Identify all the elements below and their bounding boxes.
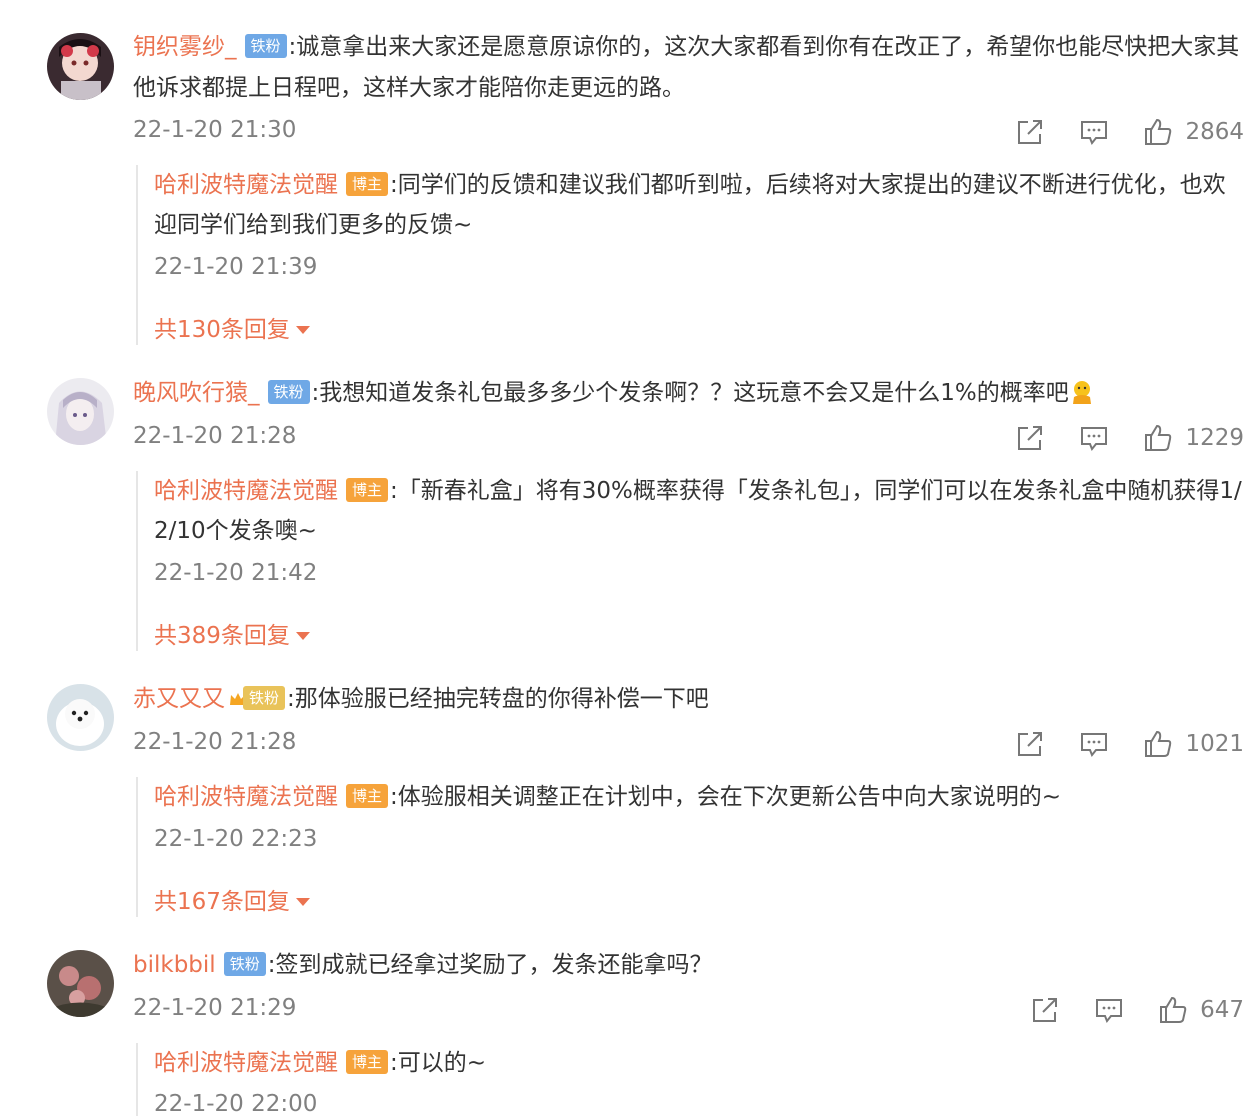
reply-username[interactable]: 哈利波特魔法觉醒: [154, 1050, 338, 1076]
like-icon[interactable]: [1143, 117, 1173, 147]
comment-body: :诚意拿出来大家还是愿意原谅你的，这次大家都看到你有在改正了，希望你也能尽快把大…: [133, 34, 1240, 101]
share-icon[interactable]: [1015, 117, 1045, 147]
comment-icon[interactable]: [1079, 423, 1109, 453]
more-replies-link[interactable]: 共389条回复: [154, 616, 310, 650]
reply-text: 哈利波特魔法觉醒 博主:「新春礼盒」将有30%概率获得「发条礼包」，同学们可以在发…: [154, 471, 1246, 551]
comment-username[interactable]: 晚风吹行猿_: [133, 380, 260, 406]
comment-username[interactable]: 钥织雾纱_: [133, 34, 237, 60]
reply-text: 哈利波特魔法觉醒 博主:体验服相关调整正在计划中，会在下次更新公告中向大家说明的~: [154, 777, 1246, 817]
reply-box: 哈利波特魔法觉醒 博主:体验服相关调整正在计划中，会在下次更新公告中向大家说明的~…: [136, 777, 1252, 917]
comment-text: 晚风吹行猿_ 铁粉:我想知道发条礼包最多多少个发条啊？？这玩意不会又是什么1%的概…: [133, 373, 1248, 414]
comment-text: 赤又又又 铁粉:那体验服已经抽完转盘的你得补偿一下吧: [133, 679, 1248, 720]
comment-icon[interactable]: [1079, 729, 1109, 759]
fan-badge: 铁粉: [244, 34, 287, 58]
reply-time: 22-1-20 22:23: [154, 826, 318, 852]
blogger-badge: 博主: [346, 784, 389, 808]
comment-actions: 647: [996, 990, 1244, 1030]
caret-down-icon: [295, 326, 310, 334]
comment-time: 22-1-20 21:30: [133, 117, 297, 143]
reply-text: 哈利波特魔法觉醒 博主:同学们的反馈和建议我们都听到啦，后续将对大家提出的建议不断…: [154, 165, 1246, 245]
reply-time: 22-1-20 21:39: [154, 254, 318, 280]
like-count: 1021: [1185, 731, 1244, 757]
like-icon[interactable]: [1143, 729, 1173, 759]
more-replies-link[interactable]: 共130条回复: [154, 310, 310, 344]
reply-body: :体验服相关调整正在计划中，会在下次更新公告中向大家说明的~: [390, 784, 1062, 810]
share-icon[interactable]: [1015, 729, 1045, 759]
emoji-icon: [1072, 381, 1091, 404]
reply-username[interactable]: 哈利波特魔法觉醒: [154, 784, 338, 810]
fan-badge: 铁粉: [267, 380, 310, 404]
comment-text: 钥织雾纱_ 铁粉:诚意拿出来大家还是愿意原谅你的，这次大家都看到你有在改正了，希望…: [133, 27, 1248, 109]
reply-username[interactable]: 哈利波特魔法觉醒: [154, 478, 338, 504]
caret-down-icon: [295, 632, 310, 640]
comment-body: :我想知道发条礼包最多多少个发条啊？？这玩意不会又是什么1%的概率吧: [311, 380, 1069, 406]
reply-box: 哈利波特魔法觉醒 博主:同学们的反馈和建议我们都听到啦，后续将对大家提出的建议不断…: [136, 165, 1252, 345]
like-icon[interactable]: [1143, 423, 1173, 453]
blogger-badge: 博主: [346, 1050, 389, 1074]
avatar[interactable]: [47, 378, 114, 445]
reply-time: 22-1-20 22:00: [154, 1091, 318, 1117]
blogger-badge: 博主: [346, 172, 389, 196]
comment-time: 22-1-20 21:29: [133, 995, 297, 1021]
more-replies-label[interactable]: 共389条回复: [154, 623, 290, 649]
reply-time: 22-1-20 21:42: [154, 560, 318, 586]
more-replies-link[interactable]: 共167条回复: [154, 882, 310, 916]
like-count: 1229: [1185, 425, 1244, 451]
caret-down-icon: [295, 898, 310, 906]
reply-body: :可以的~: [390, 1050, 487, 1076]
comment-username[interactable]: 赤又又又: [133, 686, 225, 712]
fan-badge: 铁粉: [243, 686, 286, 710]
more-replies-label[interactable]: 共167条回复: [154, 889, 290, 915]
comment-body: :那体验服已经抽完转盘的你得补偿一下吧: [287, 686, 709, 712]
reply-box: 哈利波特魔法觉醒 博主:可以的~ 22-1-20 22:00: [136, 1043, 1252, 1117]
reply-text: 哈利波特魔法觉醒 博主:可以的~: [154, 1043, 1246, 1083]
share-icon[interactable]: [1030, 995, 1060, 1025]
comment-username[interactable]: bilkbbil: [133, 952, 216, 978]
avatar[interactable]: [47, 684, 114, 751]
reply-box: 哈利波特魔法觉醒 博主:「新春礼盒」将有30%概率获得「发条礼包」，同学们可以在发…: [136, 471, 1252, 651]
like-count: 647: [1200, 997, 1244, 1023]
comment-time: 22-1-20 21:28: [133, 729, 297, 755]
avatar[interactable]: [47, 950, 114, 1017]
like-icon[interactable]: [1158, 995, 1188, 1025]
blogger-badge: 博主: [346, 478, 389, 502]
avatar[interactable]: [47, 33, 114, 100]
comment-actions: 2864: [981, 112, 1244, 152]
reply-username[interactable]: 哈利波特魔法觉醒: [154, 172, 338, 198]
comment-icon[interactable]: [1079, 117, 1109, 147]
comment-body: :签到成就已经拿过奖励了，发条还能拿吗？: [267, 952, 713, 978]
share-icon[interactable]: [1015, 423, 1045, 453]
fan-badge: 铁粉: [223, 952, 266, 976]
comment-actions: 1229: [981, 418, 1244, 458]
more-replies-label[interactable]: 共130条回复: [154, 317, 290, 343]
comment-actions: 1021: [981, 724, 1244, 764]
comment-icon[interactable]: [1094, 995, 1124, 1025]
like-count: 2864: [1185, 119, 1244, 145]
comment-time: 22-1-20 21:28: [133, 423, 297, 449]
comment-text: bilkbbil 铁粉:签到成就已经拿过奖励了，发条还能拿吗？: [133, 945, 1248, 986]
